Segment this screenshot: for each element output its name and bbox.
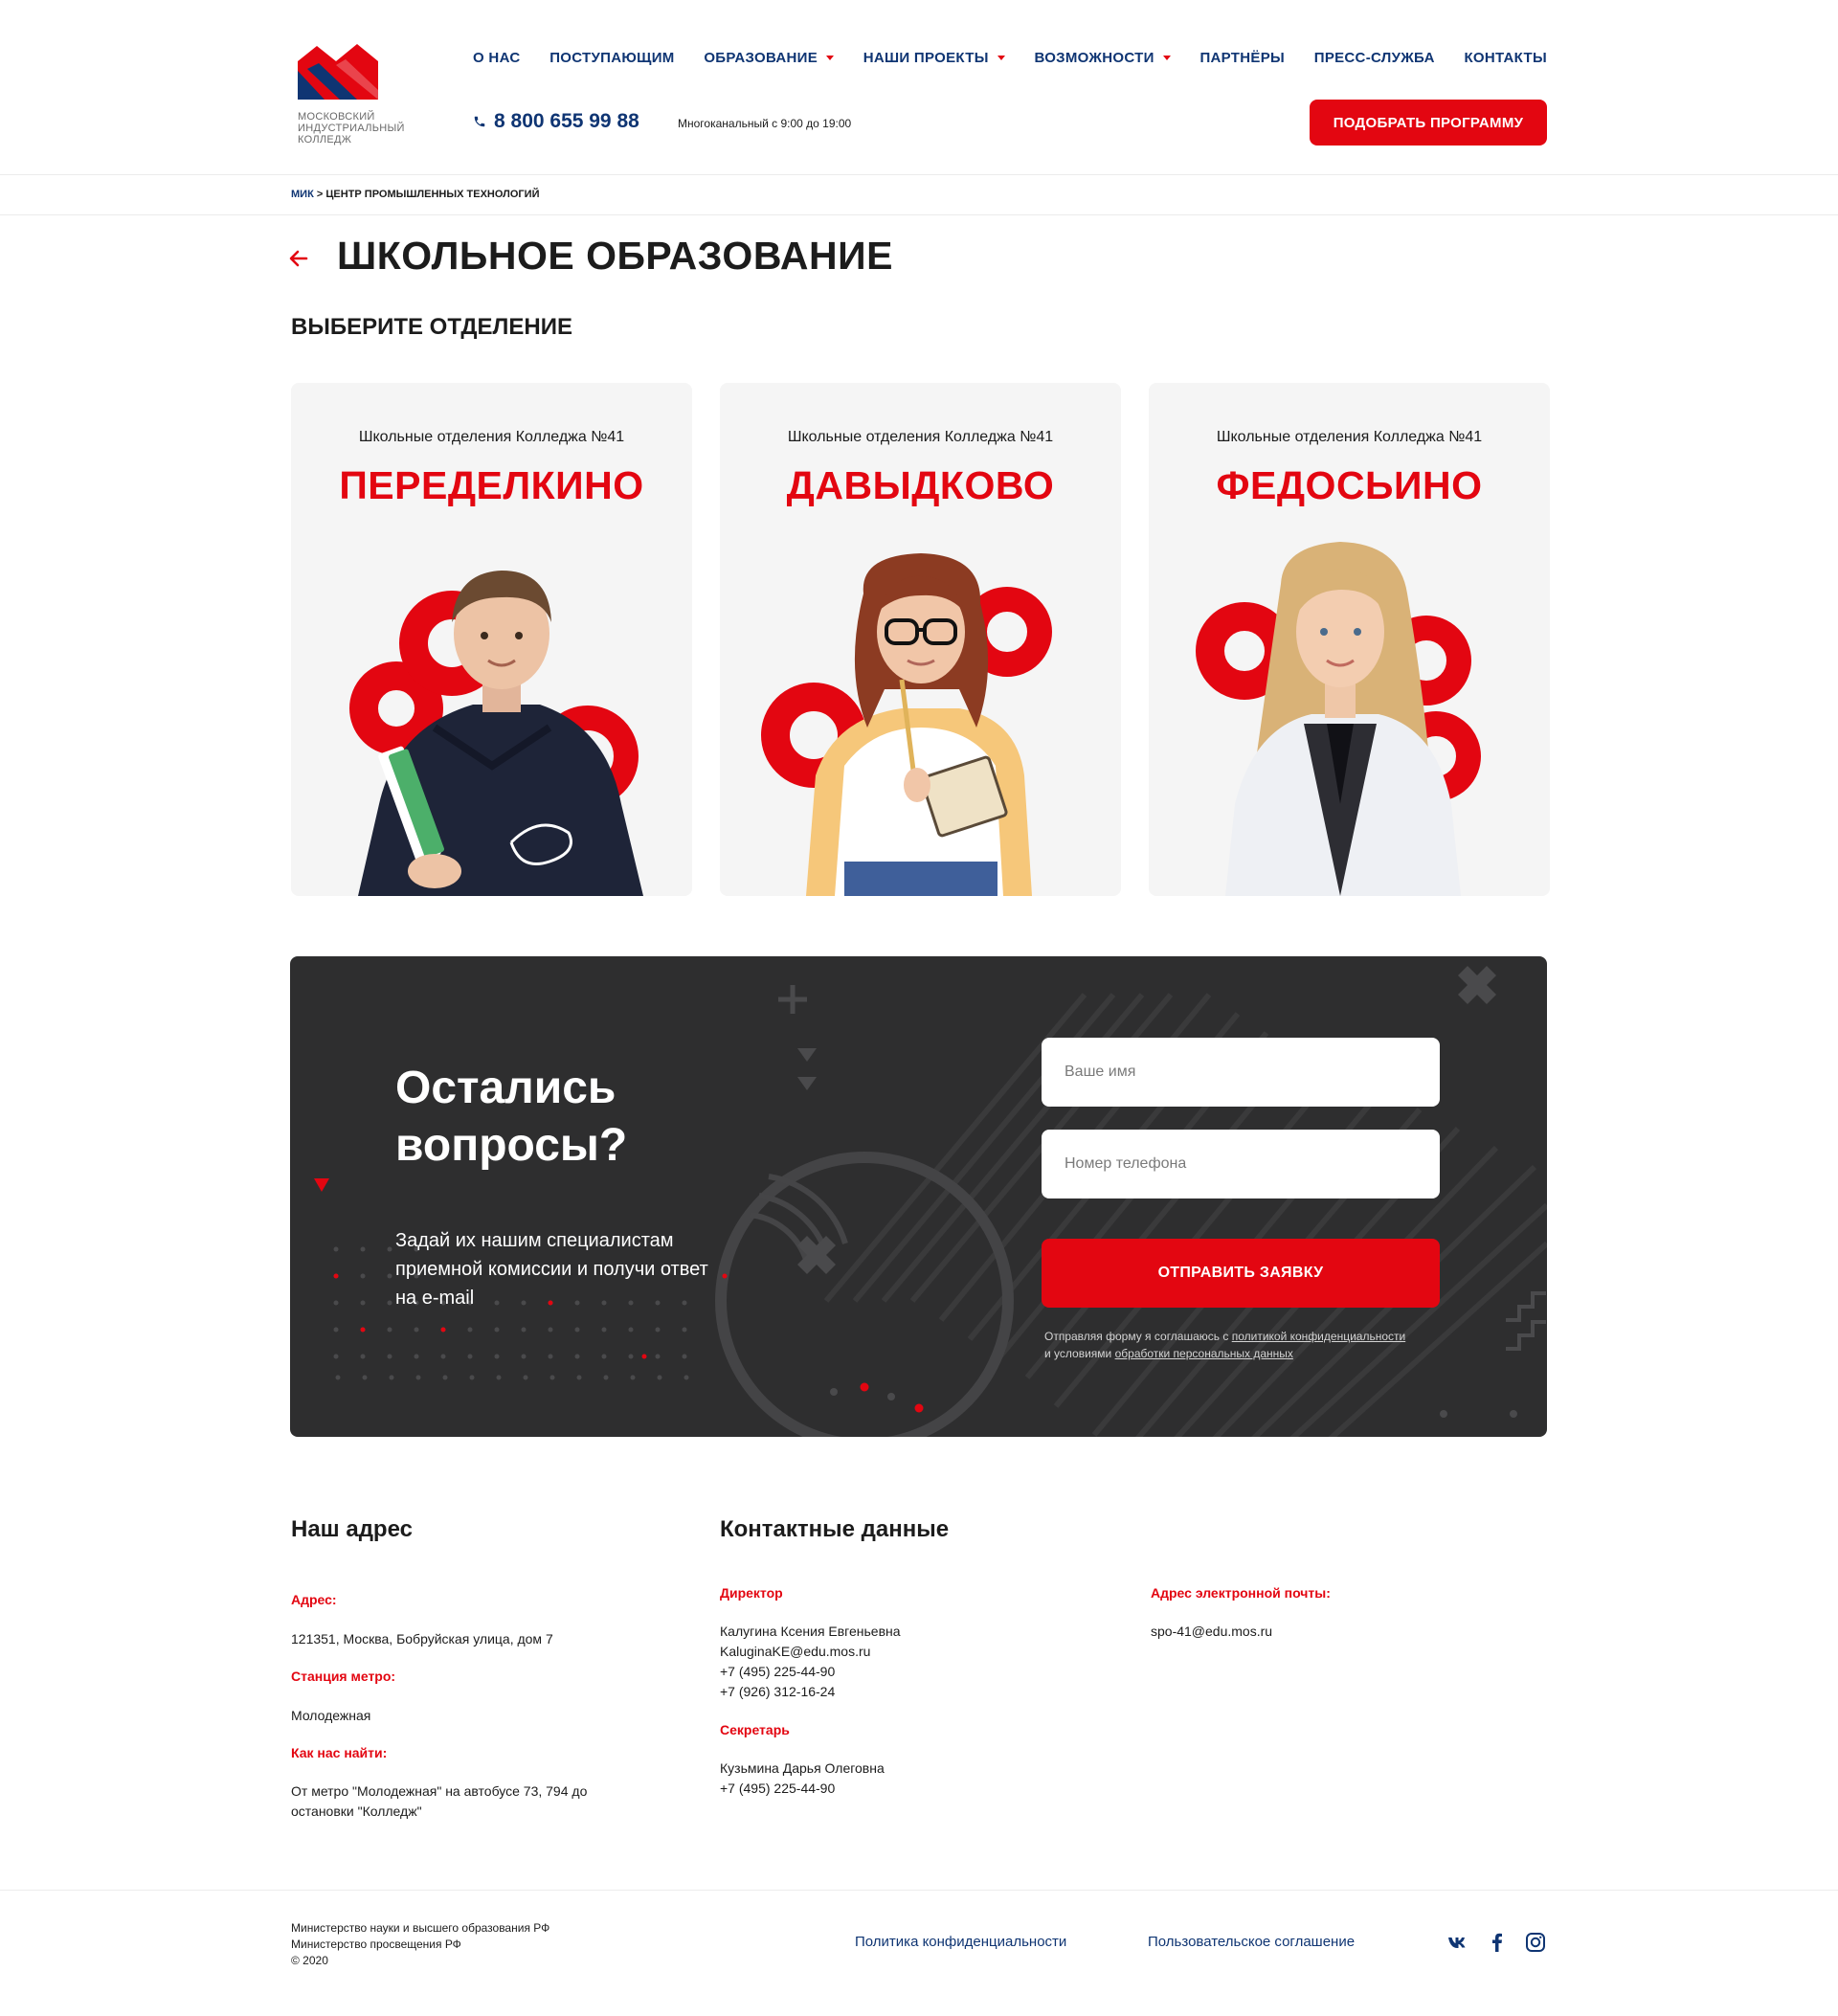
department-subtitle: Школьные отделения Колледжа №41	[1216, 429, 1483, 445]
choose-program-button[interactable]: Подобрать программу	[1310, 100, 1547, 146]
site-footer: Министерство науки и высшего образования…	[0, 1890, 1838, 2016]
student-girl-uniform-image	[1196, 542, 1481, 896]
breadcrumb-home[interactable]: МИК	[291, 189, 314, 200]
phone-input[interactable]	[1042, 1130, 1440, 1198]
phone-number: 8 800 655 99 88	[494, 110, 639, 132]
address-label: Адрес:	[291, 1592, 337, 1607]
nav-opportunities[interactable]: Возможности	[1034, 50, 1171, 66]
department-name: Давыдково	[786, 463, 1055, 507]
department-name: Федосьино	[1216, 463, 1483, 507]
secretary-name: Кузьмина Дарья Олеговна	[720, 1760, 885, 1776]
nav-contacts[interactable]: Контакты	[1464, 50, 1546, 66]
phone-hours: Многоканальный с 9:00 до 19:00	[678, 117, 852, 130]
facebook-icon[interactable]	[1486, 1931, 1509, 1954]
department-card-davydkovo[interactable]: Школьные отделения Колледжа №41 Давыдков…	[720, 383, 1121, 896]
breadcrumb: МИК > Центр промышленных технологий	[291, 189, 539, 200]
name-input[interactable]	[1042, 1038, 1440, 1107]
nav-about[interactable]: О нас	[473, 50, 520, 66]
secretary-label: Секретарь	[720, 1722, 790, 1737]
main-nav: О нас Поступающим Образование Наши проек…	[473, 50, 1547, 66]
phone-icon	[474, 116, 485, 127]
submit-request-button[interactable]: Отправить заявку	[1042, 1239, 1440, 1308]
privacy-policy-footer-link[interactable]: Политика конфиденциальности	[855, 1934, 1066, 1950]
address-heading: Наш адрес	[291, 1516, 413, 1542]
nav-partners[interactable]: Партнёры	[1199, 50, 1285, 66]
vk-icon[interactable]	[1446, 1931, 1469, 1954]
department-name: Переделкино	[339, 463, 644, 507]
consent-text: Отправляя форму я соглашаюсь с политикой…	[1044, 1330, 1406, 1360]
director-mobile[interactable]: +7 (926) 312-16-24	[720, 1682, 835, 1702]
logo-text: Московский индустриальный колледж	[298, 111, 405, 146]
address-value: 121351, Москва, Бобруйская улица, дом 7	[291, 1631, 553, 1646]
department-card-fedosino[interactable]: Школьные отделения Колледжа №41 Федосьин…	[1149, 383, 1550, 896]
breadcrumb-current: Центр промышленных технологий	[325, 189, 540, 200]
privacy-policy-link[interactable]: политикой конфиденциальности	[1232, 1330, 1405, 1343]
email-label: Адрес электронной почты:	[1151, 1585, 1331, 1601]
site-header: Московский индустриальный колледж О нас …	[0, 0, 1838, 175]
question-form-block: Остались вопросы? Задай их нашим специал…	[290, 956, 1547, 1437]
chevron-down-icon	[997, 56, 1005, 60]
instagram-icon[interactable]	[1524, 1931, 1547, 1954]
metro-value: Молодежная	[291, 1708, 371, 1723]
page-title: Школьное образование	[337, 234, 893, 278]
footer-ministries: Министерство науки и высшего образования…	[291, 1921, 550, 1967]
department-subtitle: Школьные отделения Колледжа №41	[358, 429, 625, 445]
student-boy-image	[349, 571, 643, 896]
user-agreement-link[interactable]: Пользовательское соглашение	[1148, 1934, 1355, 1950]
directions-value: От метро "Молодежная" на автобусе 73, 79…	[291, 1783, 588, 1819]
secretary-phone[interactable]: +7 (495) 225-44-90	[720, 1779, 835, 1799]
back-arrow-icon[interactable]	[287, 247, 310, 270]
contacts-heading: Контактные данные	[720, 1516, 950, 1542]
metro-label: Станция метро:	[291, 1669, 396, 1684]
nav-education[interactable]: Образование	[704, 50, 834, 66]
nav-press[interactable]: Пресс-служба	[1314, 50, 1435, 66]
chevron-down-icon	[826, 56, 834, 60]
personal-data-link[interactable]: обработки персональных данных	[1115, 1347, 1293, 1360]
section-title: Выберите отделение	[291, 314, 572, 340]
director-label: Директор	[720, 1585, 783, 1601]
form-description: Задай их нашим специалистам приемной ком…	[395, 1230, 708, 1309]
director-phone[interactable]: +7 (495) 225-44-90	[720, 1662, 835, 1682]
breadcrumb-separator: >	[316, 189, 324, 200]
department-card-peredelkino[interactable]: Школьные отделения Колледжа №41 Переделк…	[291, 383, 692, 896]
directions-label: Как нас найти:	[291, 1745, 388, 1760]
breadcrumb-bar: МИК > Центр промышленных технологий	[0, 175, 1838, 215]
email-value[interactable]: spo-41@edu.mos.ru	[1151, 1622, 1272, 1642]
nav-projects[interactable]: Наши проекты	[863, 50, 1005, 66]
phone-link[interactable]: 8 800 655 99 88	[473, 110, 639, 133]
chevron-down-icon	[1162, 56, 1171, 60]
department-subtitle: Школьные отделения Колледжа №41	[787, 429, 1054, 445]
nav-applicants[interactable]: Поступающим	[549, 50, 674, 66]
director-name: Калугина Ксения Евгеньевна	[720, 1624, 901, 1639]
student-girl-image	[761, 553, 1052, 896]
form-title: Остались вопросы?	[395, 1063, 628, 1171]
director-email[interactable]: KaluginaKE@edu.mos.ru	[720, 1642, 870, 1662]
